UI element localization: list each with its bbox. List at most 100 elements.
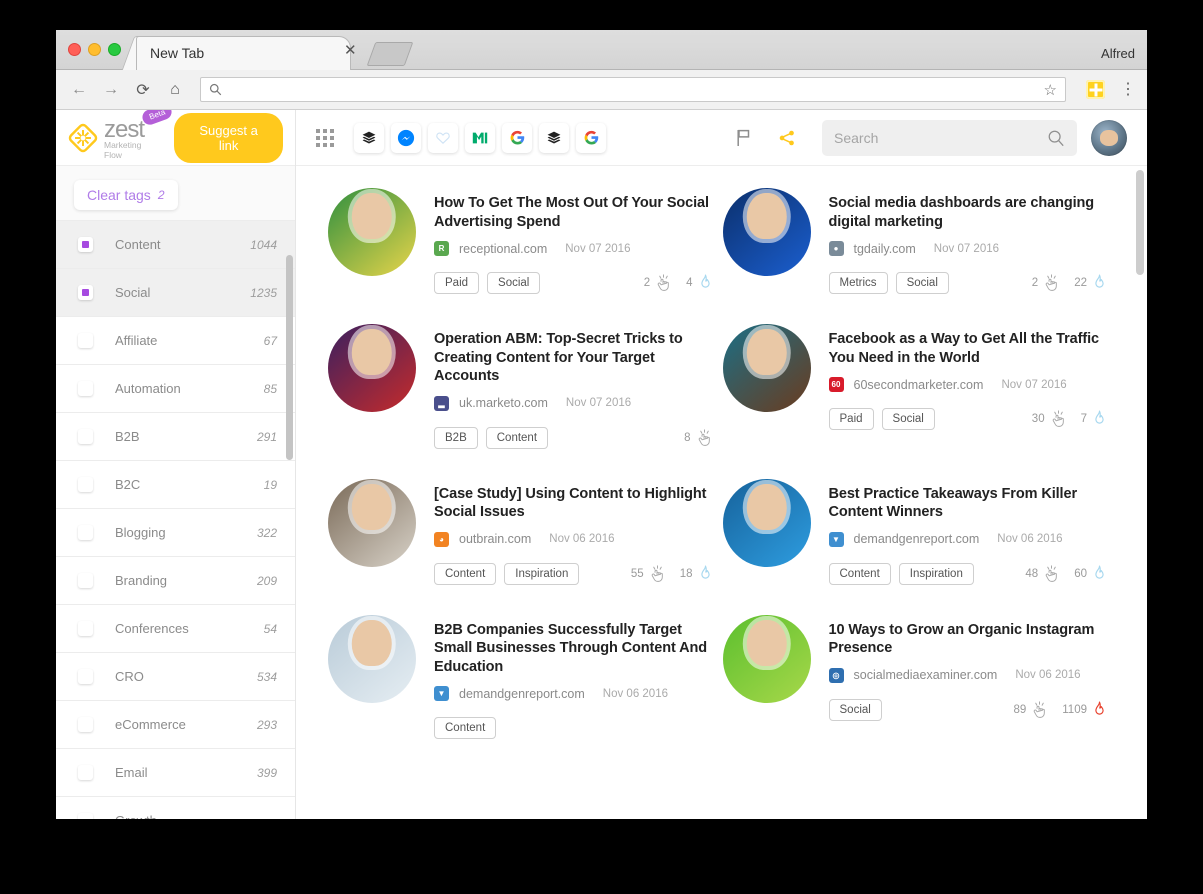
tag-item-email[interactable]: Email 399 (56, 748, 295, 796)
bookmark-star-icon[interactable]: ☆ (1044, 81, 1057, 99)
apps-grid-icon[interactable] (316, 128, 334, 147)
tag-item-branding[interactable]: Branding 209 (56, 556, 295, 604)
article-domain[interactable]: outbrain.com (459, 532, 531, 546)
tag-checkbox[interactable] (78, 669, 93, 684)
article-domain[interactable]: demandgenreport.com (459, 687, 585, 701)
tag-checkbox[interactable] (78, 813, 93, 819)
google-icon[interactable] (502, 122, 532, 153)
article-title[interactable]: Operation ABM: Top-Secret Tricks to Crea… (434, 330, 713, 386)
article-title[interactable]: 10 Ways to Grow an Organic Instagram Pre… (829, 621, 1108, 658)
article-tag[interactable]: Social (828, 698, 882, 721)
tag-checkbox[interactable] (78, 285, 93, 300)
article-card[interactable]: [Case Study] Using Content to Highlight … (328, 478, 723, 615)
article-title[interactable]: Best Practice Takeaways From Killer Cont… (829, 485, 1108, 522)
tag-item-growth[interactable]: Growth (56, 796, 295, 819)
address-bar[interactable]: ☆ (200, 77, 1066, 102)
minimize-window-button[interactable] (88, 43, 101, 56)
close-tab-icon[interactable]: ✕ (344, 43, 357, 58)
suggest-a-link-button[interactable]: Suggest a link (174, 112, 283, 163)
address-input[interactable] (230, 82, 1044, 97)
article-thumbnail[interactable] (328, 188, 416, 276)
article-tag[interactable]: Social (487, 272, 541, 295)
tag-item-blogging[interactable]: Blogging 322 (56, 508, 295, 556)
browser-profile-name[interactable]: Alfred (1101, 46, 1135, 61)
article-thumbnail[interactable] (722, 478, 811, 567)
article-card[interactable]: B2B Companies Successfully Target Small … (328, 614, 723, 770)
article-thumbnail[interactable] (328, 324, 416, 413)
tag-item-automation[interactable]: Automation 85 (56, 364, 295, 412)
tag-checkbox[interactable] (78, 429, 93, 444)
article-title[interactable]: Facebook as a Way to Get All the Traffic… (829, 330, 1108, 367)
tag-checkbox[interactable] (78, 765, 93, 780)
search-input[interactable] (834, 129, 1047, 146)
article-card[interactable]: Best Practice Takeaways From Killer Cont… (722, 478, 1118, 615)
article-thumbnail[interactable] (722, 188, 811, 276)
article-card[interactable]: Operation ABM: Top-Secret Tricks to Crea… (328, 324, 723, 479)
article-tag[interactable]: Paid (434, 272, 480, 295)
buffer-icon[interactable] (354, 122, 384, 153)
article-tag[interactable]: Content (485, 426, 549, 449)
heart-icon[interactable] (428, 122, 458, 153)
article-domain[interactable]: uk.marketo.com (459, 396, 548, 410)
article-tag[interactable]: Content (434, 717, 497, 740)
maximize-window-button[interactable] (108, 43, 121, 56)
article-tag[interactable]: Inspiration (898, 562, 974, 585)
clear-tags-button[interactable]: Clear tags 2 (74, 180, 178, 210)
article-card[interactable]: Facebook as a Way to Get All the Traffic… (722, 324, 1118, 479)
article-card[interactable]: Social media dashboards are changing dig… (722, 188, 1118, 324)
tag-item-social[interactable]: Social 1235 (56, 268, 295, 316)
article-tag[interactable]: Content (828, 562, 891, 585)
article-title[interactable]: How To Get The Most Out Of Your Social A… (434, 194, 713, 231)
tag-checkbox[interactable] (78, 525, 93, 540)
article-tag[interactable]: Social (895, 272, 949, 295)
article-domain[interactable]: tgdaily.com (854, 242, 916, 256)
medium-icon[interactable] (465, 122, 495, 153)
tag-checkbox[interactable] (78, 621, 93, 636)
user-avatar[interactable] (1091, 119, 1127, 156)
home-icon[interactable]: ⌂ (162, 77, 188, 103)
search-box[interactable] (822, 119, 1077, 156)
tag-item-b2b[interactable]: B2B 291 (56, 412, 295, 460)
search-icon[interactable] (1047, 129, 1065, 147)
tag-checkbox[interactable] (78, 717, 93, 732)
flag-icon[interactable] (736, 129, 752, 147)
article-domain[interactable]: receptional.com (459, 242, 547, 256)
share-icon[interactable] (778, 129, 796, 147)
article-card[interactable]: 10 Ways to Grow an Organic Instagram Pre… (722, 614, 1118, 770)
article-domain[interactable]: socialmediaexaminer.com (854, 668, 998, 682)
forward-icon[interactable]: → (98, 77, 124, 103)
article-tag[interactable]: Paid (828, 408, 874, 431)
zest-extension-icon[interactable] (1086, 80, 1105, 99)
article-thumbnail[interactable] (328, 614, 416, 703)
article-tag[interactable]: B2B (434, 426, 478, 449)
messenger-icon[interactable] (391, 122, 421, 153)
article-thumbnail[interactable] (722, 614, 811, 703)
tag-checkbox[interactable] (78, 573, 93, 588)
article-title[interactable]: [Case Study] Using Content to Highlight … (434, 485, 713, 522)
tag-item-ecommerce[interactable]: eCommerce 293 (56, 700, 295, 748)
article-domain[interactable]: demandgenreport.com (854, 532, 980, 546)
article-tag[interactable]: Metrics (828, 272, 888, 295)
buffer-icon-2[interactable] (539, 122, 569, 153)
article-thumbnail[interactable] (328, 478, 416, 567)
tag-item-affiliate[interactable]: Affiliate 67 (56, 316, 295, 364)
article-domain[interactable]: 60secondmarketer.com (854, 378, 984, 392)
tag-checkbox[interactable] (78, 381, 93, 396)
tag-item-conferences[interactable]: Conferences 54 (56, 604, 295, 652)
tag-checkbox[interactable] (78, 333, 93, 348)
article-title[interactable]: B2B Companies Successfully Target Small … (434, 621, 713, 677)
tag-item-b2c[interactable]: B2C 19 (56, 460, 295, 508)
article-card[interactable]: How To Get The Most Out Of Your Social A… (328, 188, 723, 324)
back-icon[interactable]: ← (66, 77, 92, 103)
google-icon-2[interactable] (576, 122, 606, 153)
browser-menu-icon[interactable]: ⋮ (1119, 81, 1137, 97)
article-tag[interactable]: Content (434, 562, 497, 585)
reload-icon[interactable]: ⟳ (130, 77, 156, 103)
close-window-button[interactable] (68, 43, 81, 56)
article-thumbnail[interactable] (722, 324, 811, 413)
article-title[interactable]: Social media dashboards are changing dig… (829, 194, 1108, 231)
new-tab-button[interactable] (366, 42, 414, 66)
article-tag[interactable]: Social (881, 408, 935, 431)
tag-checkbox[interactable] (78, 477, 93, 492)
tag-item-content[interactable]: Content 1044 (56, 220, 295, 268)
